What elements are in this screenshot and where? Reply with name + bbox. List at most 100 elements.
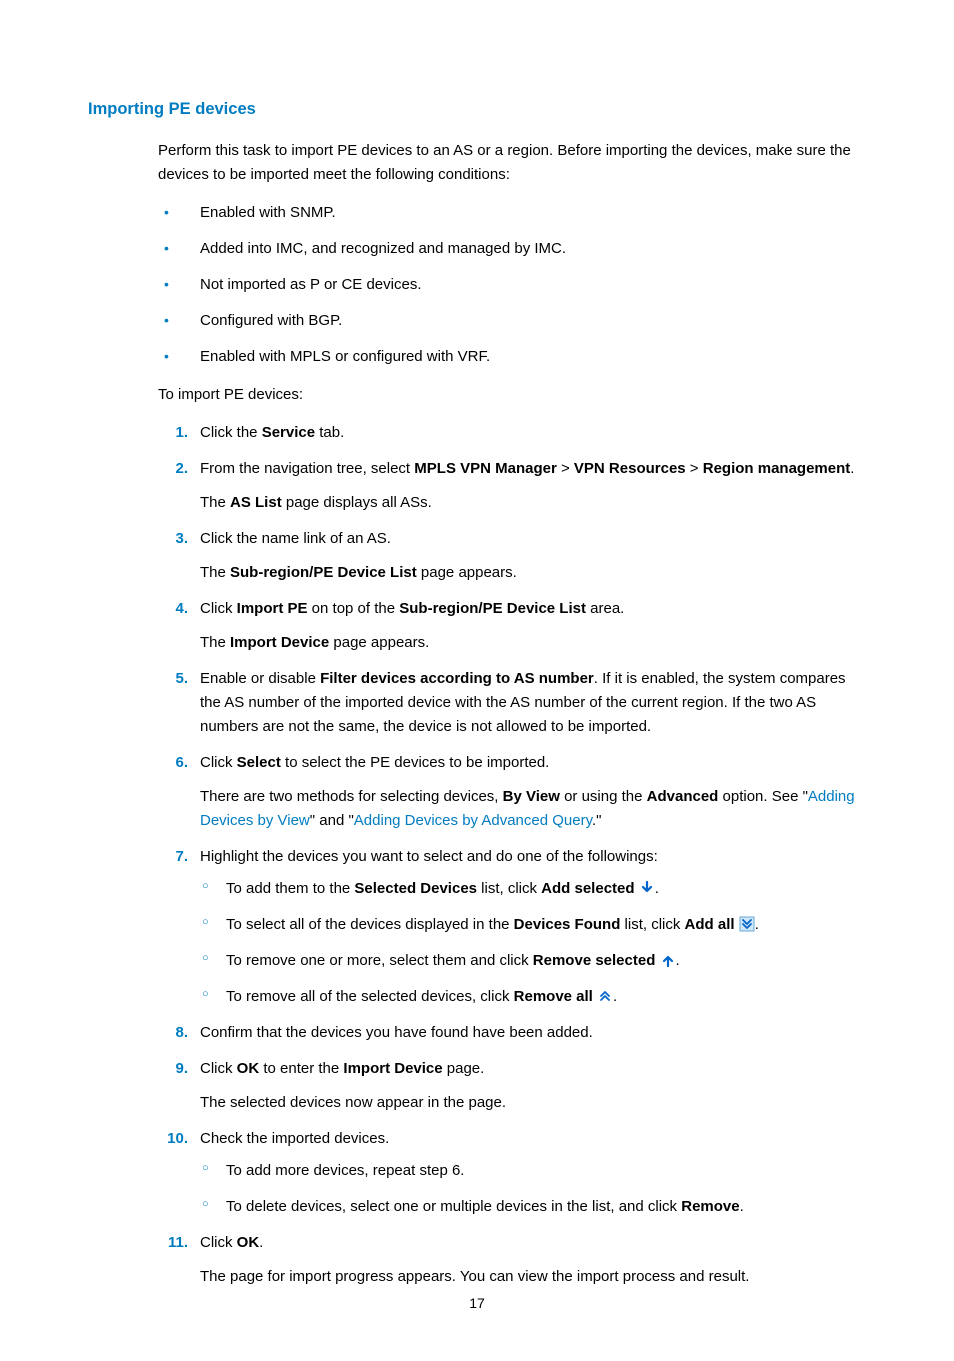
ui-label: By View <box>503 788 560 805</box>
ui-label: MPLS VPN Manager <box>414 460 557 477</box>
ui-label: OK <box>237 1060 260 1077</box>
sub-step-item: To delete devices, select one or multipl… <box>200 1195 866 1219</box>
step-text: Highlight the devices you want to select… <box>200 848 658 865</box>
ui-label: Region management <box>703 460 851 477</box>
ui-label: Import Device <box>230 634 329 651</box>
step-text: option. See " <box>718 788 808 805</box>
sub-step-item: To select all of the devices displayed i… <box>200 913 866 937</box>
step-text: " and " <box>310 812 354 829</box>
step-text: The <box>200 634 230 651</box>
leadin-paragraph: To import PE devices: <box>158 383 866 407</box>
list-item: Configured with BGP. <box>158 309 866 333</box>
double-arrow-up-icon <box>597 988 613 1004</box>
step-text: Click <box>200 1234 237 1251</box>
step-text: . <box>676 952 680 969</box>
procedure-steps: Click the Service tab. From the navigati… <box>158 421 866 1289</box>
ui-label: AS List <box>230 494 282 511</box>
ui-label: Import PE <box>237 600 308 617</box>
step-text: . <box>850 460 854 477</box>
step-text: > <box>557 460 574 477</box>
ui-label: Add selected <box>541 880 634 897</box>
step-sub: The AS List page displays all ASs. <box>200 491 866 515</box>
step-text: page appears. <box>329 634 429 651</box>
step-text: ." <box>592 812 602 829</box>
step-sub: The Sub-region/PE Device List page appea… <box>200 561 866 585</box>
step-text: . <box>259 1234 263 1251</box>
step-text: Check the imported devices. <box>200 1130 389 1147</box>
step-text: Click <box>200 600 237 617</box>
step-item: Click the Service tab. <box>158 421 866 445</box>
step-item: Highlight the devices you want to select… <box>158 845 866 1009</box>
section-heading: Importing PE devices <box>88 100 866 119</box>
step-text: . <box>755 916 759 933</box>
step-text: Click <box>200 1060 237 1077</box>
ui-label: OK <box>237 1234 260 1251</box>
link-adding-by-advanced-query[interactable]: Adding Devices by Advanced Query <box>354 812 592 829</box>
step-item: From the navigation tree, select MPLS VP… <box>158 457 866 515</box>
step-item: Click OK to enter the Import Device page… <box>158 1057 866 1115</box>
step-item: Click OK. The page for import progress a… <box>158 1231 866 1289</box>
step-text: To delete devices, select one or multipl… <box>226 1198 681 1215</box>
step-item: Check the imported devices. To add more … <box>158 1127 866 1219</box>
ui-label: Import Device <box>343 1060 442 1077</box>
step-text: to enter the <box>259 1060 343 1077</box>
step-item: Click the name link of an AS. The Sub-re… <box>158 527 866 585</box>
step-text: To select all of the devices displayed i… <box>226 916 514 933</box>
ui-label: Devices Found <box>514 916 621 933</box>
ui-label: Advanced <box>647 788 719 805</box>
step-text: Click the <box>200 424 262 441</box>
step-item: Click Select to select the PE devices to… <box>158 751 866 833</box>
step-text: page displays all ASs. <box>282 494 432 511</box>
list-item: Not imported as P or CE devices. <box>158 273 866 297</box>
step-text: page appears. <box>417 564 517 581</box>
step-sub: There are two methods for selecting devi… <box>200 785 866 833</box>
step-sub: The Import Device page appears. <box>200 631 866 655</box>
step-text: To add them to the <box>226 880 354 897</box>
ui-label: Filter devices according to AS number <box>320 670 594 687</box>
arrow-down-icon <box>639 880 655 896</box>
sub-step-list: To add more devices, repeat step 6. To d… <box>200 1159 866 1219</box>
step-sub: The page for import progress appears. Yo… <box>200 1265 866 1289</box>
step-text: To remove all of the selected devices, c… <box>226 988 514 1005</box>
page-number: 17 <box>0 1295 954 1311</box>
step-text: There are two methods for selecting devi… <box>200 788 503 805</box>
sub-step-list: To add them to the Selected Devices list… <box>200 877 866 1009</box>
ui-label: Select <box>237 754 281 771</box>
intro-paragraph: Perform this task to import PE devices t… <box>158 139 866 187</box>
ui-label: Selected Devices <box>354 880 477 897</box>
step-text: Click <box>200 754 237 771</box>
step-text: area. <box>586 600 624 617</box>
step-item: Enable or disable Filter devices accordi… <box>158 667 866 739</box>
step-text: . <box>740 1198 744 1215</box>
step-text: tab. <box>315 424 344 441</box>
step-text: The <box>200 564 230 581</box>
step-text: to select the PE devices to be imported. <box>281 754 549 771</box>
sub-step-item: To remove one or more, select them and c… <box>200 949 866 973</box>
double-arrow-down-icon <box>739 916 755 932</box>
step-item: Confirm that the devices you have found … <box>158 1021 866 1045</box>
step-text: Enable or disable <box>200 670 320 687</box>
step-text: From the navigation tree, select <box>200 460 414 477</box>
step-text: > <box>686 460 703 477</box>
sub-step-item: To add more devices, repeat step 6. <box>200 1159 866 1183</box>
body-content: Perform this task to import PE devices t… <box>158 139 866 1289</box>
ui-label: Remove selected <box>533 952 656 969</box>
condition-list: Enabled with SNMP. Added into IMC, and r… <box>158 201 866 369</box>
step-text: . <box>655 880 659 897</box>
arrow-up-icon <box>660 952 676 968</box>
document-page: Importing PE devices Perform this task t… <box>0 0 954 1361</box>
step-text: list, click <box>620 916 684 933</box>
step-text: list, click <box>477 880 541 897</box>
sub-step-item: To add them to the Selected Devices list… <box>200 877 866 901</box>
ui-label: Add all <box>685 916 735 933</box>
list-item: Enabled with SNMP. <box>158 201 866 225</box>
sub-step-item: To remove all of the selected devices, c… <box>200 985 866 1009</box>
step-text: on top of the <box>308 600 400 617</box>
step-sub: The selected devices now appear in the p… <box>200 1091 866 1115</box>
step-text: Confirm that the devices you have found … <box>200 1024 593 1041</box>
step-item: Click Import PE on top of the Sub-region… <box>158 597 866 655</box>
ui-label: Service <box>262 424 315 441</box>
ui-label: VPN Resources <box>574 460 686 477</box>
list-item: Enabled with MPLS or configured with VRF… <box>158 345 866 369</box>
ui-label: Remove <box>681 1198 739 1215</box>
